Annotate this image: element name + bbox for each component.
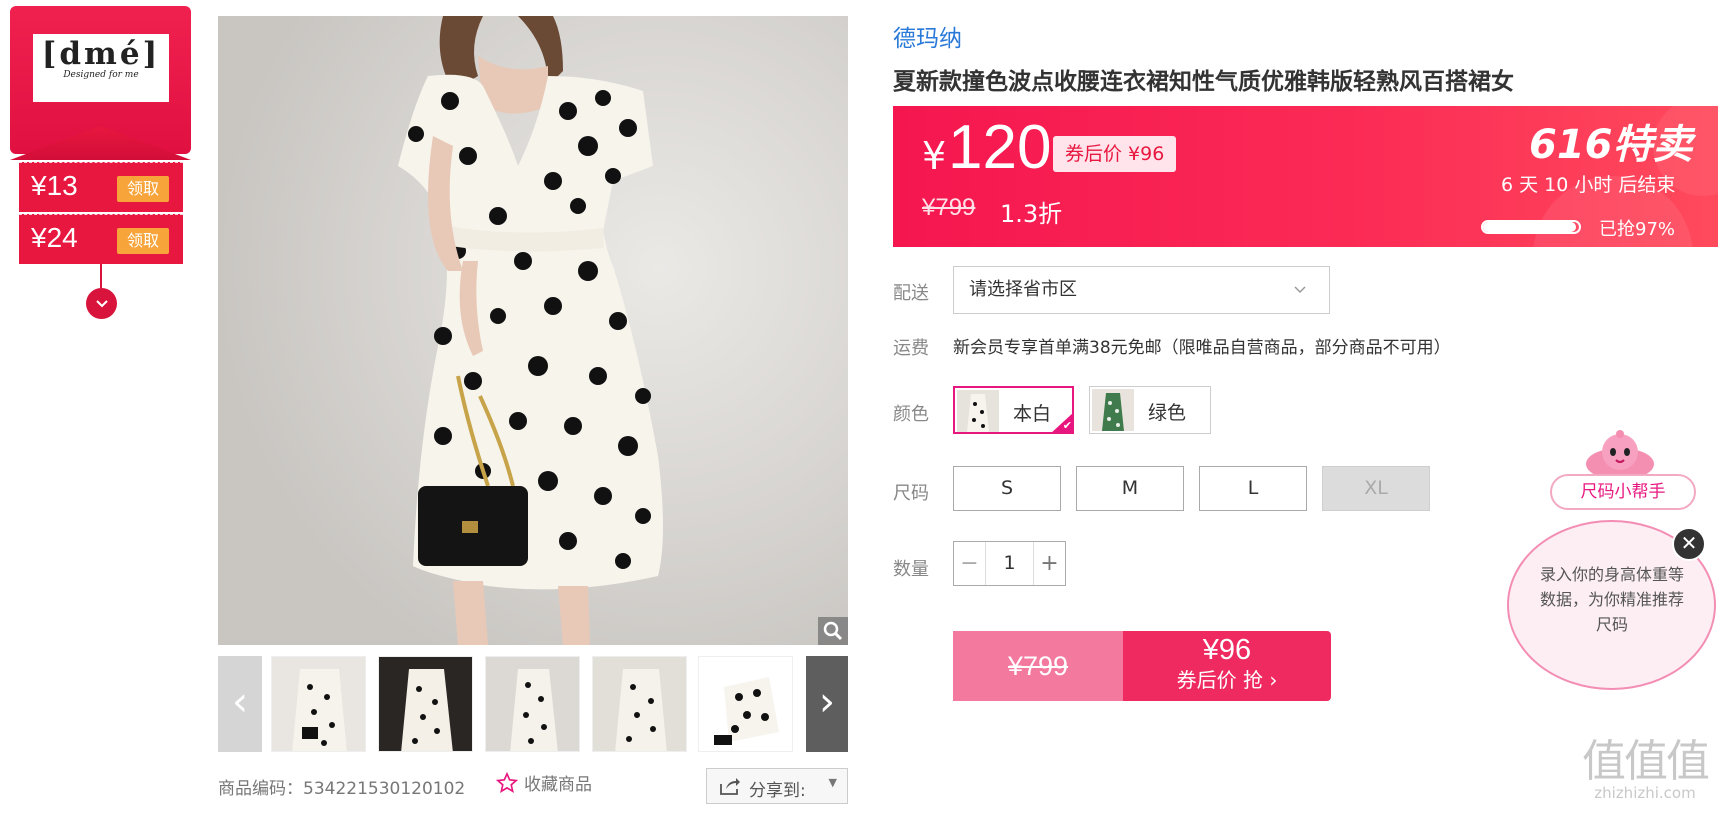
sold-progress-fill [1483, 222, 1577, 232]
coupon-connector [100, 264, 102, 288]
thumbnail-5[interactable] [698, 656, 793, 752]
size-option-l[interactable]: L [1199, 466, 1307, 511]
size-label: 尺码 [893, 483, 929, 504]
promo-countdown: 6 天 10 小时 后结束 [1501, 174, 1676, 196]
claim-coupon-button[interactable]: 领取 [117, 228, 169, 254]
watermark-text: zhizhizhi.com [1594, 784, 1696, 802]
shop-name-link[interactable]: 德玛纳 [893, 19, 962, 53]
main-product-image[interactable] [218, 16, 848, 645]
buy-button-label: 券后价 抢 › [1176, 668, 1278, 692]
chevron-down-icon [1293, 267, 1307, 313]
buy-area: ¥799 ¥96 券后价 抢 › [953, 631, 1331, 701]
buy-now-button[interactable]: ¥96 券后价 抢 › [1123, 631, 1331, 701]
sku-label: 商品编码： [218, 779, 303, 799]
coupon-price-badge: 券后价 ¥96 [1053, 136, 1177, 172]
close-icon[interactable]: ✕ [1672, 527, 1706, 561]
thumbnail-next-button[interactable]: › [806, 656, 848, 752]
sold-progress-text: 已抢97% [1599, 219, 1676, 240]
star-icon [495, 771, 519, 793]
delivery-label: 配送 [893, 283, 929, 304]
thumbnail-1[interactable] [271, 656, 366, 752]
quantity-input[interactable]: 1 [986, 542, 1033, 585]
color-option-white[interactable]: 本白 ✔ [953, 386, 1074, 434]
quantity-increase-button[interactable]: + [1033, 542, 1065, 585]
size-option-xl[interactable]: XL [1322, 466, 1430, 511]
color-thumbnail [1092, 389, 1134, 431]
coupon-24[interactable]: ¥24 领取 [19, 214, 183, 264]
quantity-decrease-button[interactable]: − [954, 542, 986, 585]
thumbnail-3[interactable] [485, 656, 580, 752]
share-button[interactable]: 分享到: ▼ [706, 768, 848, 804]
brand-logo-text: [dmé] [41, 36, 161, 72]
discount-rate: 1.3折 [1000, 200, 1063, 228]
color-option-label: 本白 [1013, 403, 1052, 425]
watermark-logo: 值值值 [1582, 736, 1710, 787]
share-icon [720, 778, 740, 795]
thumbnail-2[interactable] [378, 656, 473, 752]
original-price: ¥799 [922, 194, 976, 221]
sold-progress-bar [1481, 220, 1581, 234]
thumbnail-4[interactable] [592, 656, 687, 752]
share-label: 分享到: [749, 781, 806, 801]
chevron-down-icon[interactable] [86, 288, 117, 319]
coupon-amount: ¥13 [31, 170, 78, 201]
zoom-icon[interactable] [818, 617, 848, 645]
shipping-label: 运费 [893, 338, 929, 359]
buy-original-price: ¥799 [953, 631, 1123, 701]
sku-code: 商品编码：534221530120102 [218, 774, 465, 799]
currency-symbol: ¥ [922, 134, 947, 178]
brand-logo[interactable]: [dmé] Designed for me [33, 34, 169, 102]
chevron-left-icon: ‹ [232, 679, 248, 725]
check-icon: ✔ [1050, 412, 1074, 434]
promo-logo: 616特卖 [1529, 122, 1693, 168]
size-option-m[interactable]: M [1076, 466, 1184, 511]
site-watermark: 值值值 zhizhizhi.com [1582, 736, 1710, 803]
sku-value: 534221530120102 [303, 779, 466, 799]
caret-down-icon: ▼ [828, 776, 837, 789]
color-option-green[interactable]: 绿色 [1089, 386, 1211, 434]
claim-coupon-button[interactable]: 领取 [117, 176, 169, 202]
region-select[interactable]: 请选择省市区 [953, 266, 1330, 314]
size-helper-button[interactable]: 尺码小帮手 [1550, 474, 1696, 510]
coupon-13[interactable]: ¥13 领取 [19, 162, 183, 212]
thumbnail-prev-button[interactable]: ‹ [218, 656, 262, 752]
size-helper-text: 录入你的身高体重等数据，为你精准推荐尺码 [1539, 565, 1684, 634]
favorite-label: 收藏商品 [524, 775, 592, 795]
product-title: 夏新款撞色波点收腰连衣裙知性气质优雅韩版轻熟风百搭裙女 [893, 69, 1514, 95]
region-select-value: 请选择省市区 [969, 279, 1077, 300]
coupon-amount: ¥24 [31, 222, 78, 253]
mascot-icon[interactable] [1580, 430, 1660, 480]
color-thumbnail [957, 390, 999, 432]
shipping-note: 新会员专享首单满38元免邮（限唯品自营商品，部分商品不可用） [953, 338, 1451, 358]
color-label: 颜色 [893, 404, 929, 425]
product-photo [218, 16, 848, 645]
chevron-right-icon: › [819, 679, 835, 725]
price-panel: ¥ 120 券后价 ¥96 ¥799 1.3折 616特卖 6 天 10 小时 … [893, 106, 1718, 247]
color-option-label: 绿色 [1148, 402, 1187, 424]
favorite-button[interactable]: 收藏商品 [495, 770, 592, 795]
buy-button-price: ¥96 [1202, 634, 1252, 666]
size-option-s[interactable]: S [953, 466, 1061, 511]
current-price: 120 [948, 113, 1052, 182]
quantity-stepper: − 1 + [953, 541, 1066, 586]
quantity-label: 数量 [893, 559, 929, 580]
